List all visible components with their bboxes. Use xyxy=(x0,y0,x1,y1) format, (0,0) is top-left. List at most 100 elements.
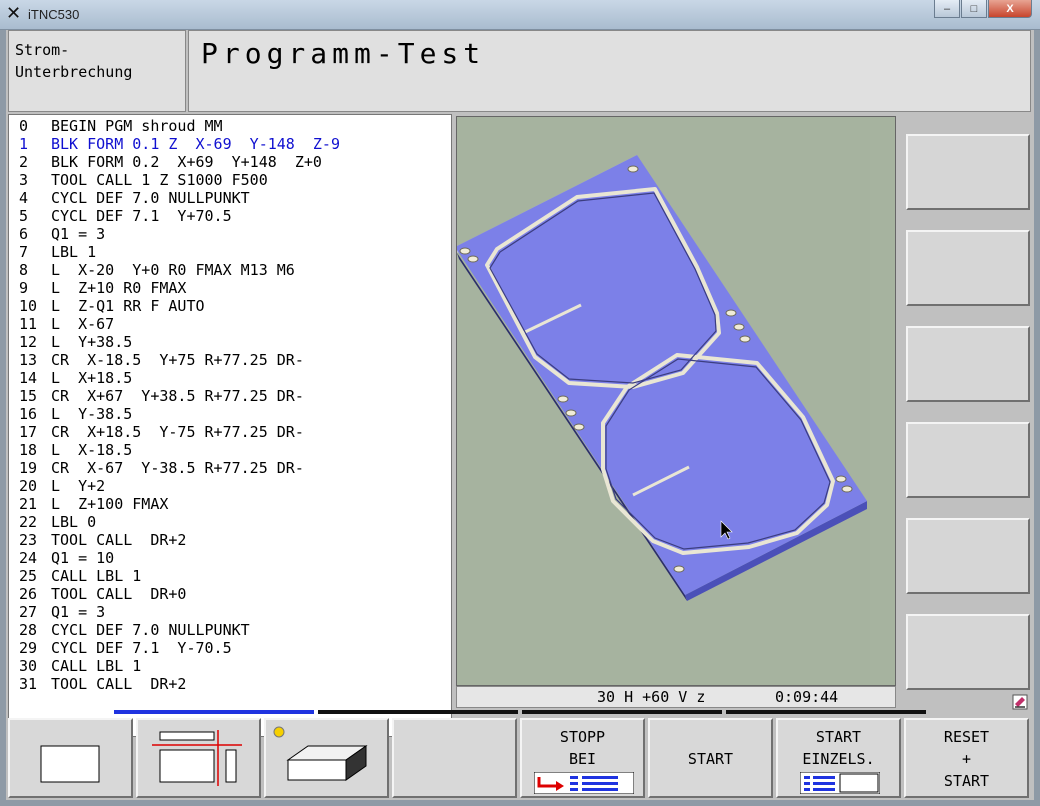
mode-title-box: Programm-Test xyxy=(188,30,1031,112)
program-line[interactable]: 16 L Y-38.5 xyxy=(19,405,451,423)
program-line[interactable]: 18 L X-18.5 xyxy=(19,441,451,459)
vertical-softkey-4[interactable] xyxy=(906,422,1030,498)
program-line[interactable]: 27 Q1 = 3 xyxy=(19,603,451,621)
program-line[interactable]: 31 TOOL CALL DR+2 xyxy=(19,675,451,693)
program-line[interactable]: 14 L X+18.5 xyxy=(19,369,451,387)
line-text: BLK FORM 0.2 X+69 Y+148 Z+0 xyxy=(51,153,322,171)
program-line[interactable]: 6 Q1 = 3 xyxy=(19,225,451,243)
program-line[interactable]: 22 LBL 0 xyxy=(19,513,451,531)
softkey-level-2 xyxy=(318,710,518,714)
program-line[interactable]: 29 CYCL DEF 7.1 Y-70.5 xyxy=(19,639,451,657)
line-number: 5 xyxy=(19,207,29,225)
minimize-button[interactable]: – xyxy=(934,0,960,18)
runtime-readout: 0:09:44 xyxy=(775,688,839,706)
vertical-softkey-1[interactable] xyxy=(906,134,1030,210)
line-text: L Y+38.5 xyxy=(51,333,133,351)
close-button[interactable]: X xyxy=(988,0,1032,18)
program-line[interactable]: 30 CALL LBL 1 xyxy=(19,657,451,675)
program-line[interactable]: 20 L Y+2 xyxy=(19,477,451,495)
line-number: 2 xyxy=(19,153,29,171)
workpiece-blank-icon xyxy=(273,726,368,781)
line-number: 11 xyxy=(19,315,38,333)
vertical-softkey-5[interactable] xyxy=(906,518,1030,594)
softkey-start-single[interactable]: START EINZELS. xyxy=(776,718,901,798)
softkey-program-graphics[interactable] xyxy=(136,718,261,798)
program-line[interactable]: 26 TOOL CALL DR+0 xyxy=(19,585,451,603)
line-number: 3 xyxy=(19,171,29,189)
vertical-softkey-2[interactable] xyxy=(906,230,1030,306)
softkey-reset-start[interactable]: RESET + START xyxy=(904,718,1029,798)
mode-line-1: Strom- xyxy=(15,41,70,59)
program-line[interactable]: 19 CR X-67 Y-38.5 R+77.25 DR- xyxy=(19,459,451,477)
tnc-screen: Strom- Unterbrechung Programm-Test 0 BEGI… xyxy=(6,30,1034,800)
softkey-switch-icon[interactable] xyxy=(1012,694,1028,710)
workpiece-3d-view xyxy=(455,155,867,601)
program-line[interactable]: 10 L Z-Q1 RR F AUTO xyxy=(19,297,451,315)
line-text: BLK FORM 0.1 Z X-69 Y-148 Z-9 xyxy=(51,135,340,153)
line-number: 23 xyxy=(19,531,38,549)
single-block-icon xyxy=(800,772,880,794)
line-text: L Z-Q1 RR F AUTO xyxy=(51,297,205,315)
program-line[interactable]: 13 CR X-18.5 Y+75 R+77.25 DR- xyxy=(19,351,451,369)
program-line[interactable]: 3 TOOL CALL 1 Z S1000 F500 xyxy=(19,171,451,189)
softkey-program-view[interactable] xyxy=(8,718,133,798)
start-label: START xyxy=(687,750,734,768)
view-status-bar: 30 H +60 V z 0:09:44 xyxy=(456,686,896,708)
vertical-softkey-3[interactable] xyxy=(906,326,1030,402)
maximize-button[interactable]: □ xyxy=(961,0,987,18)
line-number: 1 xyxy=(19,135,29,153)
program-line[interactable]: 2 BLK FORM 0.2 X+69 Y+148 Z+0 xyxy=(19,153,451,171)
line-number: 10 xyxy=(19,297,38,315)
program-line[interactable]: 28 CYCL DEF 7.0 NULLPUNKT xyxy=(19,621,451,639)
program-line-active[interactable]: 1 BLK FORM 0.1 Z X-69 Y-148 Z-9 xyxy=(19,135,451,153)
line-number: 19 xyxy=(19,459,38,477)
program-line[interactable]: 17 CR X+18.5 Y-75 R+77.25 DR- xyxy=(19,423,451,441)
program-line[interactable]: 24 Q1 = 10 xyxy=(19,549,451,567)
program-line[interactable]: 7 LBL 1 xyxy=(19,243,451,261)
program-line[interactable]: 23 TOOL CALL DR+2 xyxy=(19,531,451,549)
program-line[interactable]: 25 CALL LBL 1 xyxy=(19,567,451,585)
line-text: CR X+67 Y+38.5 R+77.25 DR- xyxy=(51,387,304,405)
line-number: 9 xyxy=(19,279,29,297)
program-line[interactable]: 5 CYCL DEF 7.1 Y+70.5 xyxy=(19,207,451,225)
softkey-level-active xyxy=(114,710,314,714)
line-number: 24 xyxy=(19,549,38,567)
line-text: L Y+2 xyxy=(51,477,106,495)
program-line[interactable]: 11 L X-67 xyxy=(19,315,451,333)
line-text: L Z+10 R0 FMAX xyxy=(51,279,187,297)
line-text: CYCL DEF 7.0 NULLPUNKT xyxy=(51,189,250,207)
softkey-workpiece-blank[interactable] xyxy=(264,718,389,798)
line-text: Q1 = 3 xyxy=(51,603,106,621)
simulation-graphic[interactable] xyxy=(455,116,896,686)
softkey-start[interactable]: START xyxy=(648,718,773,798)
softkey-stopp-bei[interactable]: STOPP BEI xyxy=(520,718,645,798)
stop-at-block-icon xyxy=(534,772,634,794)
line-text: Q1 = 3 xyxy=(51,225,106,243)
reset-line-1: RESET xyxy=(943,728,990,746)
line-text: TOOL CALL DR+0 xyxy=(51,585,187,603)
line-text: CYCL DEF 7.1 Y-70.5 xyxy=(51,639,232,657)
line-number: 29 xyxy=(19,639,38,657)
program-line[interactable]: 15 CR X+67 Y+38.5 R+77.25 DR- xyxy=(19,387,451,405)
line-text: L Z+100 FMAX xyxy=(51,495,169,513)
line-number: 22 xyxy=(19,513,38,531)
line-text: LBL 1 xyxy=(51,243,97,261)
line-text: LBL 0 xyxy=(51,513,97,531)
reset-line-2: + xyxy=(961,750,972,768)
vertical-softkey-6[interactable] xyxy=(906,614,1030,690)
program-line[interactable]: 9 L Z+10 R0 FMAX xyxy=(19,279,451,297)
line-number: 14 xyxy=(19,369,38,387)
program-line[interactable]: 4 CYCL DEF 7.0 NULLPUNKT xyxy=(19,189,451,207)
page-title: Programm-Test xyxy=(201,37,486,70)
program-line[interactable]: 8 L X-20 Y+0 R0 FMAX M13 M6 xyxy=(19,261,451,279)
program-listing[interactable]: 0 BEGIN PGM shroud MM 1 BLK FORM 0.1 Z X-69… xyxy=(8,114,452,737)
program-line[interactable]: 21 L Z+100 FMAX xyxy=(19,495,451,513)
window-titlebar: ✕ iTNC530 – □ X xyxy=(0,0,1040,30)
program-line[interactable]: 0 BEGIN PGM shroud MM xyxy=(19,117,451,135)
softkey-empty[interactable] xyxy=(392,718,517,798)
line-number: 25 xyxy=(19,567,38,585)
line-number: 28 xyxy=(19,621,38,639)
line-text: L X-18.5 xyxy=(51,441,133,459)
program-line[interactable]: 12 L Y+38.5 xyxy=(19,333,451,351)
program-graphics-icon xyxy=(152,730,242,786)
